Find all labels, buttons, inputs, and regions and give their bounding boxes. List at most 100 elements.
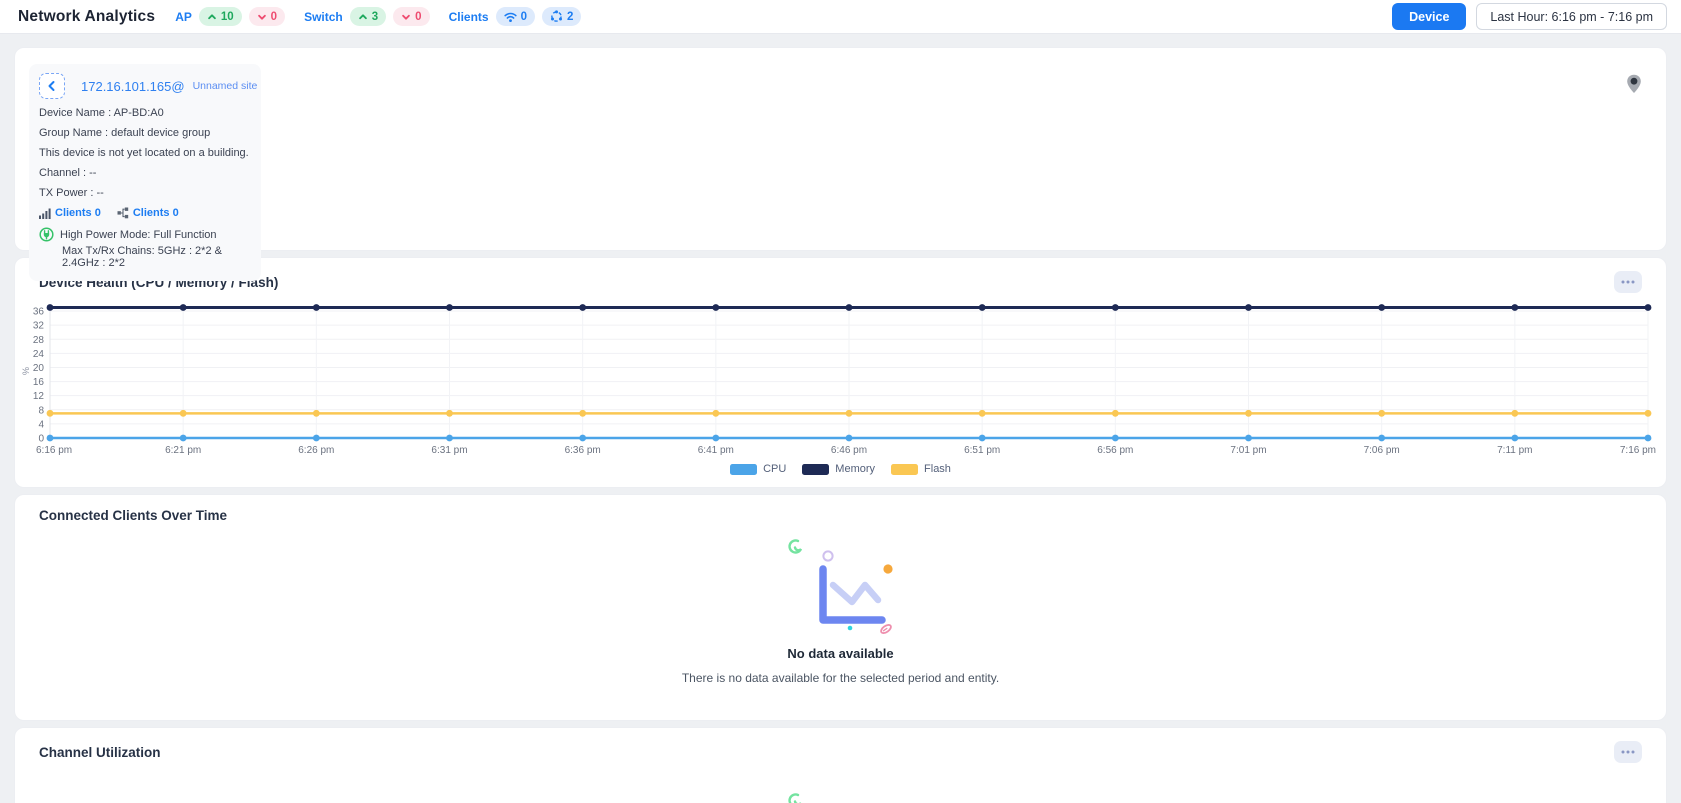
device-health-card: Device Health (CPU / Memory / Flash) 048… <box>14 257 1667 488</box>
svg-text:28: 28 <box>33 335 45 346</box>
device-info-panel: 172.16.101.165@ Unnamed site Device Name… <box>29 64 261 281</box>
ap-down-count: 0 <box>271 11 277 23</box>
clients-mesh-badge[interactable]: 2 <box>542 7 581 26</box>
svg-text:%: % <box>21 367 31 375</box>
switch-down-badge[interactable]: 0 <box>393 7 429 26</box>
switch-up-count: 3 <box>372 11 378 23</box>
svg-text:0: 0 <box>38 434 44 445</box>
legend-swatch <box>891 464 918 475</box>
device-ip-link[interactable]: 172.16.101.165@ <box>81 79 185 94</box>
chains-label: Max Tx/Rx Chains: 5GHz : 2*2 & 2.4GHz : … <box>62 245 251 269</box>
ap-up-count: 10 <box>221 11 234 23</box>
chevron-left-icon <box>46 80 58 92</box>
svg-text:6:41 pm: 6:41 pm <box>698 445 734 456</box>
legend-label: Memory <box>835 463 875 475</box>
legend-item-flash[interactable]: Flash <box>891 463 951 475</box>
legend-swatch <box>730 464 757 475</box>
channel-value: Channel : -- <box>39 167 251 179</box>
svg-text:32: 32 <box>33 321 45 332</box>
svg-text:4: 4 <box>38 419 44 430</box>
no-data-illustration <box>766 528 916 638</box>
svg-text:6:36 pm: 6:36 pm <box>565 445 601 456</box>
power-mode-line: High Power Mode: Full Function <box>39 227 251 242</box>
chevron-up-icon <box>358 12 368 22</box>
svg-text:6:16 pm: 6:16 pm <box>36 445 72 456</box>
svg-text:8: 8 <box>38 405 44 416</box>
no-data-message: There is no data available for the selec… <box>682 671 999 685</box>
back-button[interactable] <box>39 73 65 99</box>
svg-text:6:26 pm: 6:26 pm <box>298 445 334 456</box>
clients-mesh-count: 2 <box>567 11 573 23</box>
ellipsis-icon <box>1621 750 1635 754</box>
svg-text:6:46 pm: 6:46 pm <box>831 445 867 456</box>
svg-text:24: 24 <box>33 349 45 360</box>
switch-up-badge[interactable]: 3 <box>350 7 386 26</box>
group-name: Group Name : default device group <box>39 127 251 139</box>
connected-clients-title: Connected Clients Over Time <box>39 508 227 523</box>
switch-down-count: 0 <box>415 11 421 23</box>
top-header: Network Analytics AP 10 0 Switch 3 0 Cli… <box>0 0 1681 34</box>
legend-label: CPU <box>763 463 786 475</box>
connected-clients-card: Connected Clients Over Time No data avai… <box>14 494 1667 721</box>
channel-utilization-title: Channel Utilization <box>39 745 161 760</box>
mesh-cluster-icon <box>550 10 563 23</box>
svg-text:6:51 pm: 6:51 pm <box>964 445 1000 456</box>
legend-swatch <box>802 464 829 475</box>
ellipsis-icon <box>1621 280 1635 284</box>
legend-item-cpu[interactable]: CPU <box>730 463 786 475</box>
header-right: Device Last Hour: 6:16 pm - 7:16 pm <box>1392 3 1667 30</box>
svg-text:6:31 pm: 6:31 pm <box>431 445 467 456</box>
device-health-chart[interactable]: 0 4 8 12 16 20 24 28 32 36 6:16 pm 6:21 pm 6:26 pm 6:… <box>18 298 1663 460</box>
location-pin-icon[interactable] <box>1626 74 1642 99</box>
wireless-clients-link[interactable]: Clients 0 <box>39 207 101 219</box>
ap-up-badge[interactable]: 10 <box>199 7 242 26</box>
device-info-card: 172.16.101.165@ Unnamed site Device Name… <box>14 47 1667 251</box>
ap-down-badge[interactable]: 0 <box>249 7 285 26</box>
device-health-menu-button[interactable] <box>1614 271 1642 293</box>
clients-line: Clients 0 Clients 0 <box>39 207 251 219</box>
clients-wireless-count: 0 <box>521 11 527 23</box>
power-mode-label: High Power Mode: Full Function <box>60 229 217 241</box>
svg-text:12: 12 <box>33 391 45 402</box>
signal-bars-icon <box>39 208 51 219</box>
legend-label: Flash <box>924 463 951 475</box>
svg-text:7:11 pm: 7:11 pm <box>1497 445 1532 456</box>
wifi-icon <box>504 11 517 23</box>
page-title: Network Analytics <box>18 8 155 26</box>
header-stats: AP 10 0 Switch 3 0 Clients 0 <box>175 7 581 26</box>
chevron-down-icon <box>401 12 411 22</box>
svg-text:20: 20 <box>33 363 45 374</box>
clients-label[interactable]: Clients <box>449 10 489 24</box>
chevron-down-icon <box>257 12 267 22</box>
svg-text:7:06 pm: 7:06 pm <box>1364 445 1400 456</box>
switch-label[interactable]: Switch <box>304 10 343 24</box>
site-link[interactable]: Unnamed site <box>193 80 258 92</box>
device-button[interactable]: Device <box>1392 3 1466 30</box>
device-name: Device Name : AP-BD:A0 <box>39 107 251 119</box>
wireless-clients-label: Clients 0 <box>55 207 101 219</box>
time-range-selector[interactable]: Last Hour: 6:16 pm - 7:16 pm <box>1476 3 1667 30</box>
no-data-illustration <box>766 782 916 803</box>
chart-legend: CPU Memory Flash <box>15 460 1666 483</box>
svg-text:36: 36 <box>33 307 45 318</box>
main-content: 172.16.101.165@ Unnamed site Device Name… <box>0 34 1681 803</box>
clients-wireless-badge[interactable]: 0 <box>496 7 535 26</box>
svg-text:6:56 pm: 6:56 pm <box>1097 445 1133 456</box>
no-data-title: No data available <box>787 646 893 661</box>
legend-item-memory[interactable]: Memory <box>802 463 875 475</box>
wired-clients-label: Clients 0 <box>133 207 179 219</box>
topology-icon <box>117 207 129 219</box>
svg-text:16: 16 <box>33 377 45 388</box>
svg-text:7:16 pm: 7:16 pm <box>1620 445 1656 456</box>
svg-text:6:21 pm: 6:21 pm <box>165 445 201 456</box>
location-note: This device is not yet located on a buil… <box>39 147 251 159</box>
chevron-up-icon <box>207 12 217 22</box>
svg-text:7:01 pm: 7:01 pm <box>1230 445 1266 456</box>
power-plug-icon <box>39 227 54 242</box>
wired-clients-link[interactable]: Clients 0 <box>117 207 179 219</box>
channel-utilization-menu-button[interactable] <box>1614 741 1642 763</box>
channel-utilization-card: Channel Utilization <box>14 727 1667 803</box>
ap-label[interactable]: AP <box>175 10 192 24</box>
no-data-block: No data available There is no data avail… <box>15 528 1666 720</box>
tx-power-value: TX Power : -- <box>39 187 251 199</box>
